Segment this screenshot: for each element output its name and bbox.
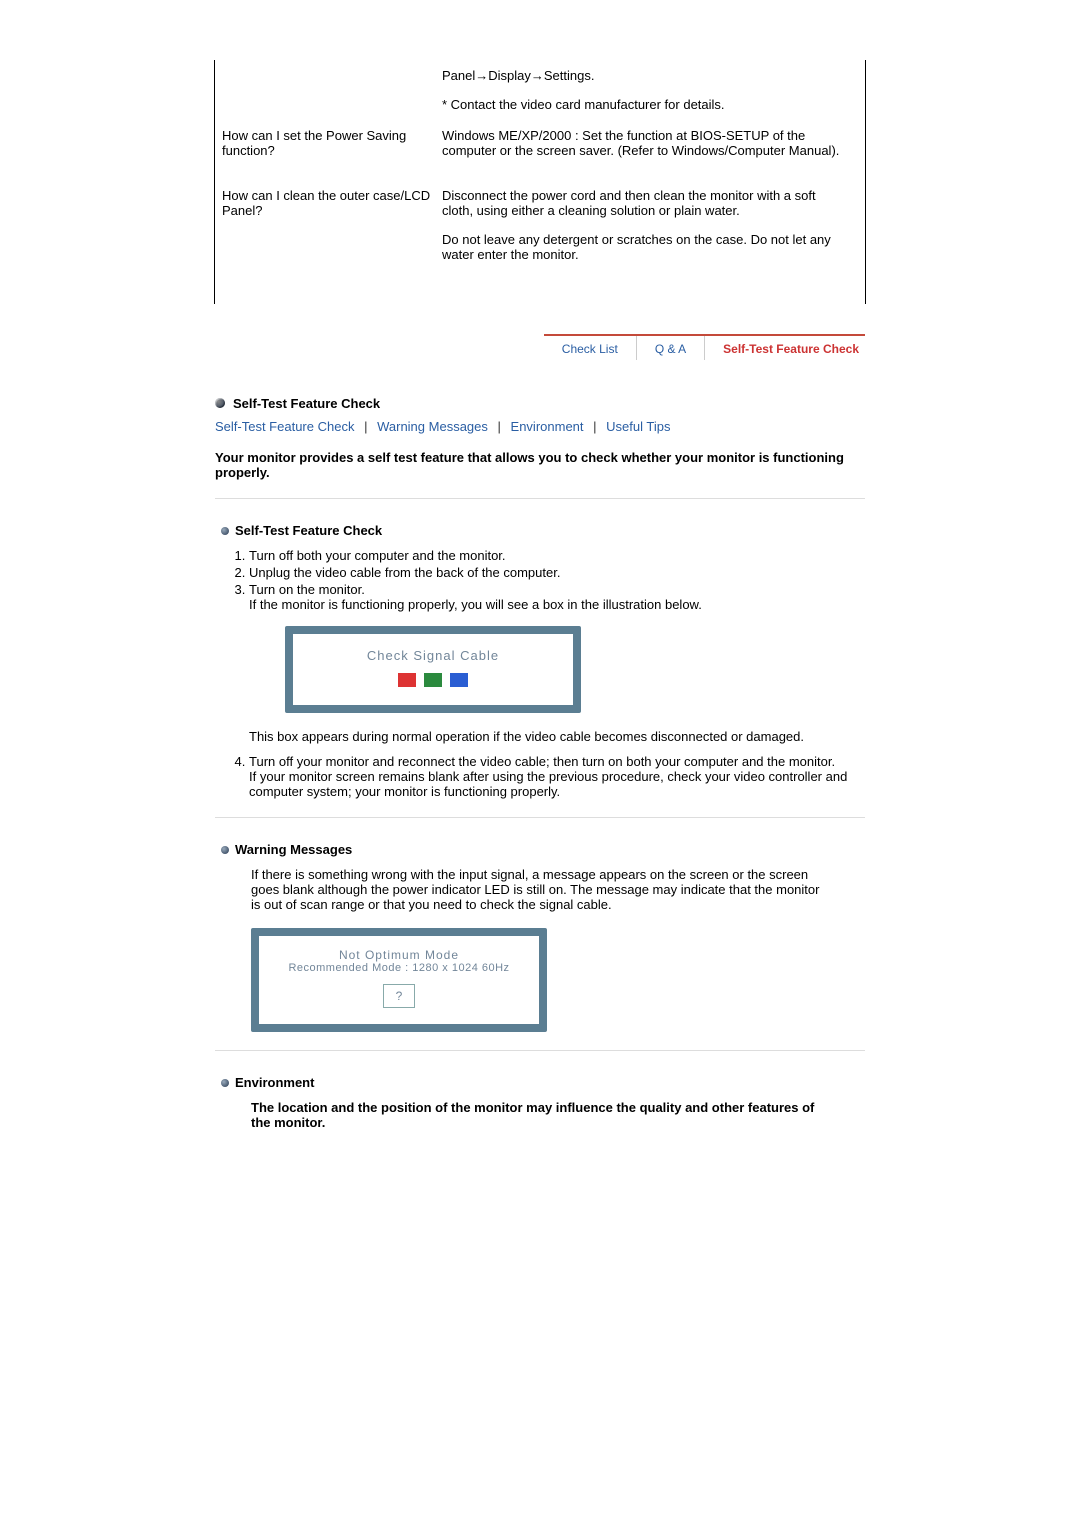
not-optimum-illustration: Not Optimum Mode Recommended Mode : 1280… <box>251 928 547 1032</box>
subsection-title: Environment <box>235 1075 314 1090</box>
link-warning-messages[interactable]: Warning Messages <box>377 419 488 434</box>
section-title: Self-Test Feature Check <box>233 394 380 411</box>
after-box-note: This box appears during normal operation… <box>249 729 859 744</box>
bullet-icon <box>221 846 229 854</box>
warning-text: If there is something wrong with the inp… <box>251 867 829 912</box>
tab-bar: Check List Q & A Self-Test Feature Check <box>544 334 865 360</box>
mode-line2: Recommended Mode : 1280 x 1024 60Hz <box>259 962 539 974</box>
divider <box>215 498 865 499</box>
qa-row: Panel→Display→Settings. * Contact the vi… <box>220 60 860 120</box>
link-useful-tips[interactable]: Useful Tips <box>606 419 670 434</box>
qa-question: How can I clean the outer case/LCD Panel… <box>220 188 442 218</box>
mode-help-button: ? <box>383 984 416 1008</box>
step-item: Turn off both your computer and the moni… <box>249 548 859 563</box>
red-square-icon <box>398 673 416 687</box>
bullet-icon <box>221 527 229 535</box>
bullet-icon <box>221 1079 229 1087</box>
signal-text: Check Signal Cable <box>293 648 573 663</box>
green-square-icon <box>424 673 442 687</box>
section-lead: Your monitor provides a self test featur… <box>215 450 865 480</box>
qa-answer: Panel→Display→Settings. * Contact the vi… <box>442 68 860 112</box>
step-note: If the monitor is functioning properly, … <box>249 597 859 612</box>
bullet-icon <box>215 398 225 408</box>
qa-table: Panel→Display→Settings. * Contact the vi… <box>214 60 866 304</box>
subsection-title: Self-Test Feature Check <box>235 523 382 538</box>
section-sublinks: Self-Test Feature Check | Warning Messag… <box>215 419 865 434</box>
qa-answer: Windows ME/XP/2000 : Set the function at… <box>442 128 860 172</box>
qa-answer: Disconnect the power cord and then clean… <box>442 188 860 276</box>
blue-square-icon <box>450 673 468 687</box>
link-environment[interactable]: Environment <box>511 419 584 434</box>
subsection-self-test: Self-Test Feature Check Turn off both yo… <box>215 523 865 799</box>
steps-list: Turn off both your computer and the moni… <box>249 548 865 799</box>
link-self-test[interactable]: Self-Test Feature Check <box>215 419 354 434</box>
tab-self-test[interactable]: Self-Test Feature Check <box>705 336 865 360</box>
step-note: If your monitor screen remains blank aft… <box>249 769 859 799</box>
mode-line1: Not Optimum Mode <box>259 948 539 962</box>
qa-row: How can I clean the outer case/LCD Panel… <box>220 180 860 284</box>
step-item: Unplug the video cable from the back of … <box>249 565 859 580</box>
tab-check-list[interactable]: Check List <box>544 336 637 360</box>
subsection-environment: Environment The location and the positio… <box>215 1075 865 1130</box>
subsection-title: Warning Messages <box>235 842 352 857</box>
step-item: Turn on the monitor. If the monitor is f… <box>249 582 859 744</box>
qa-question: How can I set the Power Saving function? <box>220 128 442 158</box>
subsection-warning: Warning Messages If there is something w… <box>215 842 865 1032</box>
check-signal-illustration: Check Signal Cable <box>285 626 581 713</box>
rgb-indicator <box>293 673 573 687</box>
divider <box>215 1050 865 1051</box>
divider <box>215 817 865 818</box>
environment-text: The location and the position of the mon… <box>251 1100 829 1130</box>
tab-q-and-a[interactable]: Q & A <box>637 336 705 360</box>
qa-row: How can I set the Power Saving function?… <box>220 120 860 180</box>
step-item: Turn off your monitor and reconnect the … <box>249 754 859 799</box>
